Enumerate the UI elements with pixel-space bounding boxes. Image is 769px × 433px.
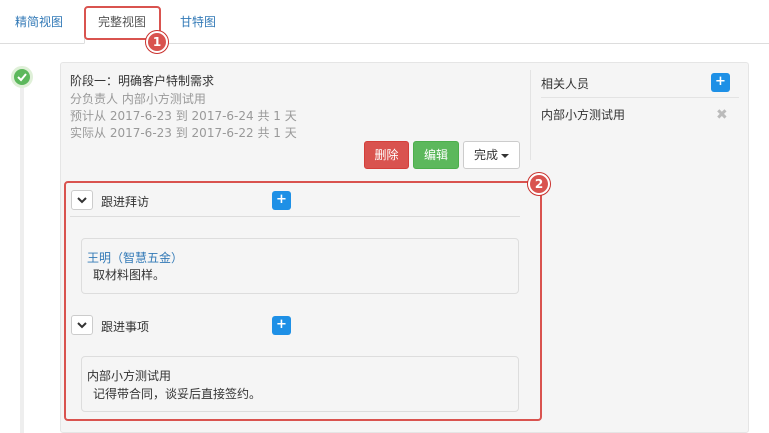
callout-badge-2: 2 bbox=[528, 173, 550, 195]
related-people-title: 相关人员 bbox=[541, 77, 590, 91]
stage-planned: 预计从 2017-6-23 到 2017-6-24 共 1 天 bbox=[70, 109, 297, 123]
add-person-button[interactable]: + bbox=[711, 73, 730, 92]
related-divider bbox=[541, 97, 739, 98]
related-person: 内部小方测试用 bbox=[541, 108, 626, 122]
add-task-button[interactable]: + bbox=[272, 316, 291, 335]
view-tabs: 精简视图 完整视图 甘特图 bbox=[0, 0, 769, 44]
collapse-toggle-tasks[interactable] bbox=[71, 315, 93, 335]
task-note: 记得带合同，谈妥后直接签约。 bbox=[93, 387, 262, 401]
callout-badge-1: 1 bbox=[146, 31, 168, 53]
side-divider bbox=[530, 70, 531, 160]
edit-button[interactable]: 编辑 bbox=[413, 141, 459, 169]
caret-down-icon bbox=[501, 153, 509, 158]
delete-button[interactable]: 删除 bbox=[364, 141, 409, 169]
timeline-line bbox=[20, 82, 24, 433]
stage-actual: 实际从 2017-6-23 到 2017-6-22 共 1 天 bbox=[70, 126, 297, 140]
done-dropdown-button[interactable]: 完成 bbox=[463, 141, 520, 169]
task-author: 内部小方测试用 bbox=[87, 369, 172, 383]
done-label: 完成 bbox=[473, 148, 498, 162]
tab-gantt[interactable]: 甘特图 bbox=[168, 8, 228, 36]
section-divider bbox=[70, 216, 520, 217]
stage-owner: 分负责人 内部小方测试用 bbox=[70, 92, 206, 106]
tab-simple-view[interactable]: 精简视图 bbox=[4, 8, 74, 36]
section-title-tasks: 跟进事项 bbox=[101, 320, 150, 334]
section-title-visit: 跟进拜访 bbox=[101, 195, 150, 209]
collapse-toggle-visit[interactable] bbox=[71, 190, 93, 210]
visit-contact-link[interactable]: 王明（智慧五金） bbox=[87, 249, 183, 266]
remove-person-icon[interactable]: ✖ bbox=[716, 107, 728, 123]
check-icon bbox=[11, 66, 33, 88]
visit-note: 取材料图样。 bbox=[93, 268, 166, 282]
task-card bbox=[81, 356, 519, 412]
stage-title: 阶段一：明确客户特制需求 bbox=[70, 74, 215, 88]
add-visit-button[interactable]: + bbox=[272, 191, 291, 210]
